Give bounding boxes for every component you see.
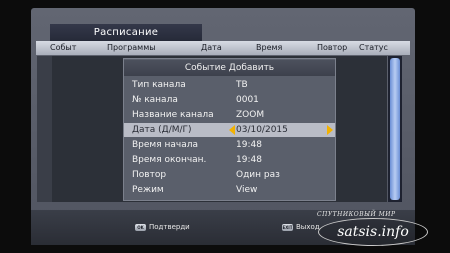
ok-key-icon: OK: [135, 224, 146, 231]
field-value: 0001: [236, 95, 259, 105]
exit-hint-label: Выход: [296, 223, 320, 231]
field-label: Название канала: [132, 110, 214, 120]
page-title: Расписание: [50, 24, 202, 41]
field-channel-name[interactable]: Название канала ZOOM: [124, 108, 335, 122]
column-header-time: Время: [256, 43, 283, 52]
column-header-programs: Программы: [107, 43, 156, 52]
arrow-left-icon[interactable]: [229, 125, 235, 135]
field-value: ТВ: [236, 80, 248, 90]
exit-key-icon: EXIT: [282, 224, 293, 231]
field-value: 03/10/2015: [236, 125, 288, 135]
field-value: Один раз: [236, 170, 280, 180]
field-channel-number[interactable]: № канала 0001: [124, 93, 335, 107]
column-header-event: Событ: [50, 43, 77, 52]
arrow-right-icon[interactable]: [327, 125, 333, 135]
scrollbar-thumb[interactable]: [390, 58, 400, 200]
field-label: Дата (Д/М/Г): [132, 125, 192, 135]
field-repeat[interactable]: Повтор Один раз: [124, 168, 335, 182]
field-date[interactable]: Дата (Д/М/Г) 03/10/2015: [124, 123, 335, 137]
field-value: View: [236, 185, 258, 195]
field-label: Режим: [132, 185, 164, 195]
field-label: Повтор: [132, 170, 167, 180]
list-side-strip: [37, 56, 52, 202]
ok-hint-label: Подтверди: [149, 223, 190, 231]
table-header: Событ Программы Дата Время Повтор Статус: [36, 41, 410, 55]
watermark-subtitle: СПУТНИКОВЫЙ МИР: [317, 211, 396, 218]
column-header-repeat: Повтор: [317, 43, 348, 52]
field-value: ZOOM: [236, 110, 265, 120]
watermark-logo: satsis.info: [318, 218, 428, 246]
field-value: 19:48: [236, 140, 262, 150]
field-label: № канала: [132, 95, 178, 105]
column-header-status: Статус: [359, 43, 388, 52]
column-header-date: Дата: [201, 43, 222, 52]
field-mode[interactable]: Режим View: [124, 183, 335, 197]
field-value: 19:48: [236, 155, 262, 165]
field-start-time[interactable]: Время начала 19:48: [124, 138, 335, 152]
add-event-dialog: Событие Добавить Тип канала ТВ № канала …: [123, 58, 336, 201]
dialog-title: Событие Добавить: [124, 60, 335, 76]
field-channel-type[interactable]: Тип канала ТВ: [124, 78, 335, 92]
field-label: Тип канала: [132, 80, 186, 90]
field-label: Время начала: [132, 140, 198, 150]
field-end-time[interactable]: Время окончан. 19:48: [124, 153, 335, 167]
field-label: Время окончан.: [132, 155, 207, 165]
